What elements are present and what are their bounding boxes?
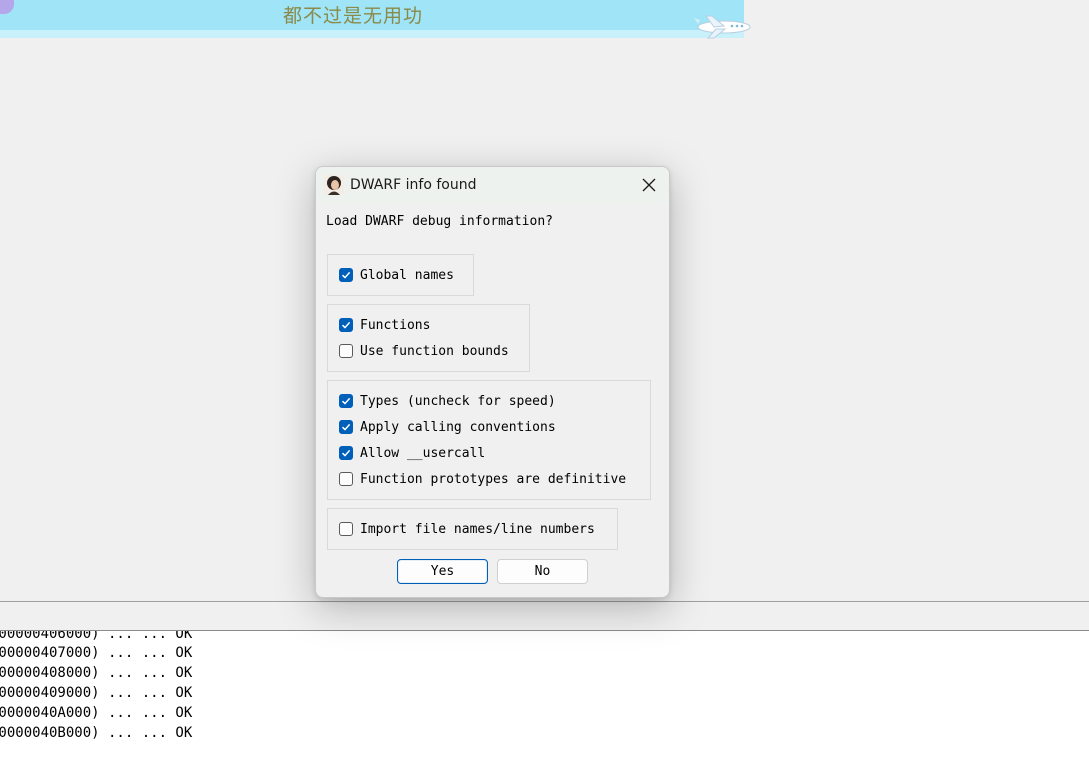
option-label: Use function bounds bbox=[360, 343, 509, 359]
checkbox-checked[interactable] bbox=[339, 268, 353, 282]
option-functions[interactable]: Functions bbox=[339, 315, 430, 335]
checkbox-checked[interactable] bbox=[339, 446, 353, 460]
check-icon bbox=[341, 321, 351, 329]
close-icon bbox=[642, 178, 655, 192]
yes-button[interactable]: Yes bbox=[397, 559, 488, 584]
close-button[interactable] bbox=[628, 167, 669, 203]
option-prototypes-definitive[interactable]: Function prototypes are definitive bbox=[339, 469, 626, 489]
option-label: Functions bbox=[360, 317, 431, 333]
checkbox-checked[interactable] bbox=[339, 318, 353, 332]
option-import-file-names[interactable]: Import file names/line numbers bbox=[339, 519, 595, 539]
no-button[interactable]: No bbox=[497, 559, 588, 584]
checkbox-checked[interactable] bbox=[339, 394, 353, 408]
output-line: 000000409000) ... ... OK bbox=[0, 685, 193, 701]
top-banner: 都不过是无用功 bbox=[0, 0, 744, 38]
option-allow-usercall[interactable]: Allow __usercall bbox=[339, 443, 485, 463]
check-icon bbox=[341, 449, 351, 457]
dwarf-info-dialog: DWARF info found Load DWARF debug inform… bbox=[315, 166, 670, 598]
airplane-icon bbox=[694, 15, 751, 39]
check-icon bbox=[341, 397, 351, 405]
checkbox-unchecked[interactable] bbox=[339, 472, 353, 486]
check-icon bbox=[341, 271, 351, 279]
option-label: Allow __usercall bbox=[360, 445, 486, 461]
option-label: Apply calling conventions bbox=[360, 419, 556, 435]
option-global-names[interactable]: Global names bbox=[339, 265, 454, 285]
option-use-function-bounds[interactable]: Use function bounds bbox=[339, 341, 509, 361]
option-label: Global names bbox=[360, 267, 454, 283]
output-line: 00000040A000) ... ... OK bbox=[0, 705, 193, 721]
output-line: 000000407000) ... ... OK bbox=[0, 645, 193, 661]
check-icon bbox=[341, 423, 351, 431]
pane-divider[interactable] bbox=[0, 601, 1089, 602]
option-label: Import file names/line numbers bbox=[360, 521, 595, 537]
option-label: Function prototypes are definitive bbox=[360, 471, 627, 487]
option-apply-calling-conventions[interactable]: Apply calling conventions bbox=[339, 417, 556, 437]
checkbox-unchecked[interactable] bbox=[339, 522, 353, 536]
app-avatar-icon bbox=[324, 175, 344, 195]
dialog-prompt: Load DWARF debug information? bbox=[326, 214, 553, 229]
banner-text: 都不过是无用功 bbox=[283, 5, 424, 27]
banner-decoration bbox=[0, 0, 14, 14]
option-label: Types (uncheck for speed) bbox=[360, 393, 556, 409]
output-window[interactable]: 000000406000) ... ... OK 000000407000) .… bbox=[0, 631, 1089, 760]
output-line: 000000408000) ... ... OK bbox=[0, 665, 193, 681]
output-line: 00000040B000) ... ... OK bbox=[0, 725, 193, 741]
checkbox-unchecked[interactable] bbox=[339, 344, 353, 358]
dialog-titlebar[interactable]: DWARF info found bbox=[316, 167, 669, 203]
option-types[interactable]: Types (uncheck for speed) bbox=[339, 391, 556, 411]
checkbox-checked[interactable] bbox=[339, 420, 353, 434]
dialog-title: DWARF info found bbox=[350, 177, 477, 193]
